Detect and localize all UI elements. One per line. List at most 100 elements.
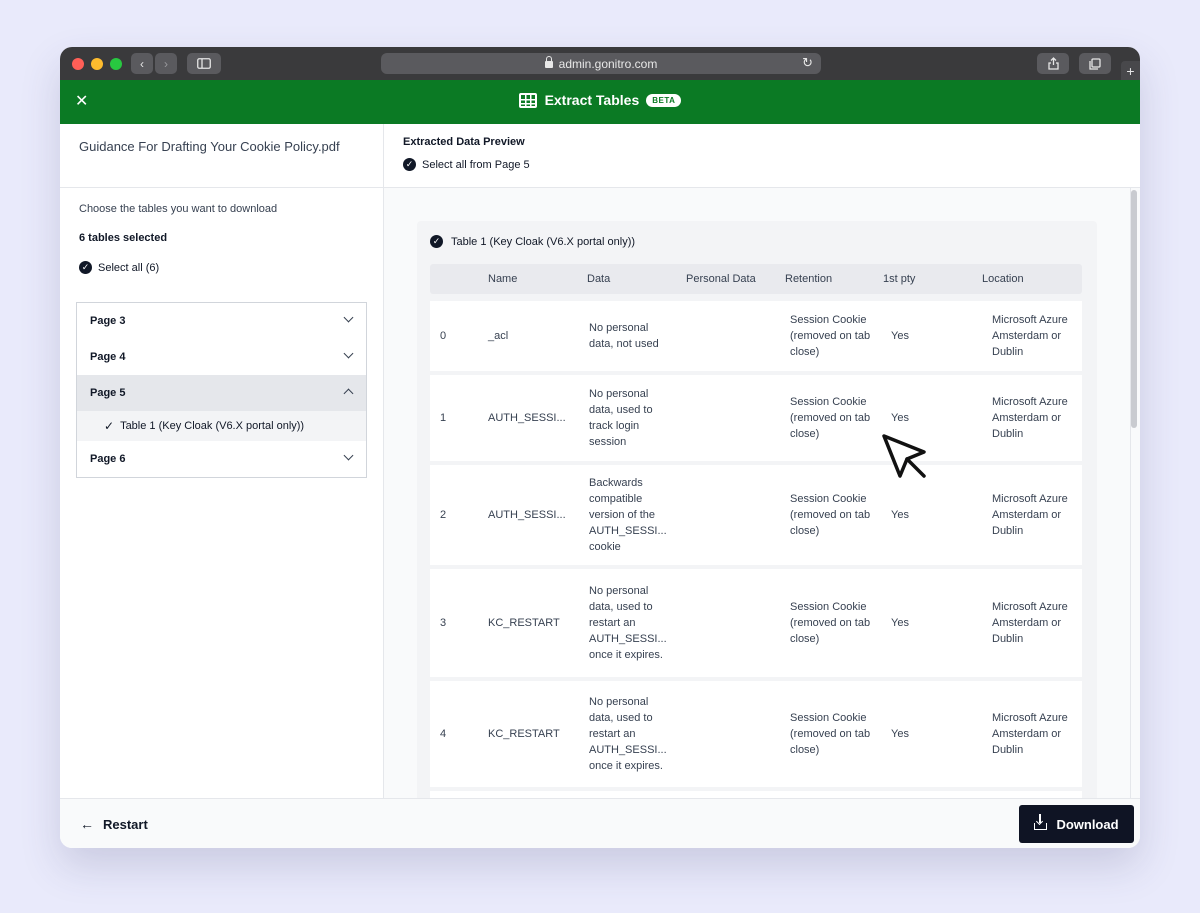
cell-first-party: Yes [891,509,909,521]
row-index: 0 [440,330,447,342]
table-card: ✓ Table 1 (Key Cloak (V6.X portal only))… [417,221,1097,798]
column-header: Data [587,273,611,285]
preview-scroll-area[interactable]: ✓ Table 1 (Key Cloak (V6.X portal only))… [384,188,1140,798]
cell-name: _acl [488,330,509,342]
download-button[interactable]: Download [1019,805,1134,843]
page-item-3[interactable]: Page 3 [77,303,366,339]
left-panel: Guidance For Drafting Your Cookie Policy… [60,124,384,798]
row-index: 2 [440,509,447,521]
cell-location: Microsoft Azure Amsterdam or Dublin [992,396,1068,440]
column-header: Location [982,273,1024,285]
cell-first-party: Yes [891,617,909,629]
check-icon: ✓ [430,235,443,248]
app-title: Extract Tables BETA [60,92,1140,108]
cell-retention: Session Cookie (removed on tab close) [790,712,871,756]
preview-title: Extracted Data Preview [403,136,525,148]
cell-retention: Session Cookie (removed on tab close) [790,314,871,358]
page-label: Page 5 [90,387,126,399]
cell-name: KC_RESTART [488,617,560,629]
select-page-label: Select all from Page 5 [422,158,530,171]
cell-retention: Session Cookie (removed on tab close) [790,396,871,440]
url-text: admin.gonitro.com [558,56,658,71]
cell-name: AUTH_SESSI... [488,412,566,424]
checkmark-icon: ✓ [104,419,115,433]
column-header: Retention [785,273,833,285]
cell-location: Microsoft Azure Amsterdam or Dublin [992,314,1068,358]
cell-name: KC_RESTART [488,728,560,740]
row-index: 3 [440,617,447,629]
app-header: ✕ Extract Tables BETA [60,80,1140,124]
select-page-checkbox[interactable]: ✓ Select all from Page 5 [403,158,530,171]
beta-badge: BETA [646,93,682,107]
page-5-table-item[interactable]: ✓ Table 1 (Key Cloak (V6.X portal only)) [77,411,366,441]
table-row [430,791,1082,798]
cell-data: No personal data, used to restart an AUT… [589,696,667,772]
chevron-down-icon [343,450,354,461]
cell-retention: Session Cookie (removed on tab close) [790,493,871,537]
zoom-window-button[interactable] [110,58,122,70]
minimize-window-button[interactable] [91,58,103,70]
page-label: Page 3 [90,315,126,327]
column-header: 1st pty [883,273,916,285]
lock-icon [544,56,553,68]
divider [60,187,383,188]
row-index: 4 [440,728,447,740]
selected-count: 6 tables selected [79,232,168,244]
back-icon[interactable]: ‹ [131,53,153,74]
cell-location: Microsoft Azure Amsterdam or Dublin [992,601,1068,645]
scrollbar[interactable] [1131,190,1137,428]
table-icon [518,92,537,108]
select-all-label: Select all (6) [98,261,160,274]
table-checkbox[interactable]: ✓ Table 1 (Key Cloak (V6.X portal only)) [430,235,635,248]
page-item-4[interactable]: Page 4 [77,339,366,375]
chevron-down-icon [343,348,354,359]
cell-first-party: Yes [891,412,909,424]
close-window-button[interactable] [72,58,84,70]
app-title-text: Extract Tables [544,92,640,108]
page-label: Page 4 [90,351,126,363]
page-list: Page 3 Page 4 Page 5 ✓ Table 1 (Key Cloa… [76,302,367,478]
table-header: Name Data Personal Data Retention 1st pt… [430,264,1082,294]
page-item-5[interactable]: Page 5 [77,375,366,411]
mouse-pointer-icon [882,434,926,478]
cell-location: Microsoft Azure Amsterdam or Dublin [992,493,1068,537]
cell-data: No personal data, used to track login se… [589,388,653,448]
sidebar-toggle-icon[interactable] [187,53,221,74]
page-item-6[interactable]: Page 6 [77,441,366,477]
column-header: Personal Data [686,273,756,285]
preview-panel: Extracted Data Preview ✓ Select all from… [384,124,1140,798]
instruction-text: Choose the tables you want to download [79,203,278,215]
download-icon [1034,813,1048,830]
table-row: 1 AUTH_SESSI... No personal data, used t… [430,375,1082,461]
restart-button[interactable]: ← Restart [80,816,148,832]
share-icon[interactable] [1037,53,1069,74]
check-icon: ✓ [79,261,92,274]
table-row: 0 _acl No personal data, not used Sessio… [430,301,1082,371]
footer-bar: ← Restart Download [60,798,1140,848]
cell-first-party: Yes [891,330,909,342]
browser-toolbar: ‹ › admin.gonitro.com ↻ + [60,47,1140,80]
restart-label: Restart [103,816,148,832]
row-index: 1 [440,412,447,424]
column-header: Name [488,273,518,285]
arrow-left-icon: ← [80,816,94,832]
file-name: Guidance For Drafting Your Cookie Policy… [79,139,340,154]
forward-icon[interactable]: › [155,53,177,74]
chevron-down-icon [343,312,354,323]
new-tab-icon[interactable]: + [1121,61,1140,80]
table-item-label: Table 1 (Key Cloak (V6.X portal only)) [120,420,305,432]
cell-name: AUTH_SESSI... [488,509,566,521]
page-label: Page 6 [90,453,126,465]
cell-retention: Session Cookie (removed on tab close) [790,601,871,645]
cell-location: Microsoft Azure Amsterdam or Dublin [992,712,1068,756]
address-bar[interactable]: admin.gonitro.com ↻ [381,53,821,74]
select-all-checkbox[interactable]: ✓ Select all (6) [79,261,159,274]
reload-icon[interactable]: ↻ [802,55,813,71]
download-label: Download [1056,816,1119,832]
cell-data: Backwards compatible version of the AUTH… [589,477,667,553]
table-title: Table 1 (Key Cloak (V6.X portal only)) [451,235,636,248]
cell-first-party: Yes [891,728,909,740]
browser-window: ‹ › admin.gonitro.com ↻ + ✕ Extract Tabl… [60,47,1140,848]
cell-data: No personal data, not used [589,322,659,350]
tabs-overview-icon[interactable] [1079,53,1111,74]
